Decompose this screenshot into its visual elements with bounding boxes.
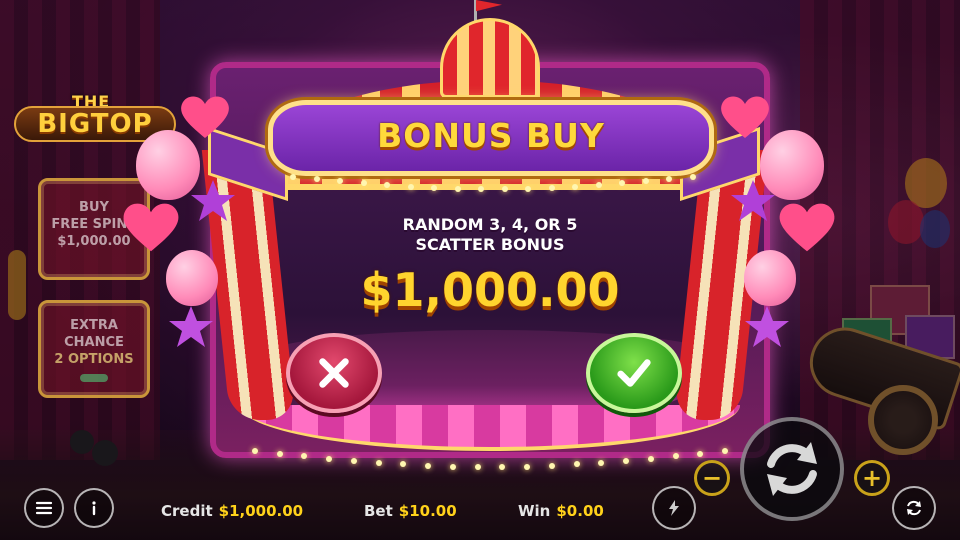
win-label: Win <box>518 502 551 520</box>
marquee-bulb <box>313 176 320 183</box>
tent-top <box>440 18 540 98</box>
increase-bet-button[interactable]: + <box>854 460 890 496</box>
info-button[interactable] <box>74 488 114 528</box>
marquee-bulb <box>572 183 579 190</box>
marquee-bulb <box>524 463 531 470</box>
heart-balloon <box>718 92 772 140</box>
extra-label: EXTRA <box>70 318 118 333</box>
bet-value: $10.00 <box>398 502 457 520</box>
extra-chance-button[interactable]: EXTRA CHANCE 2 OPTIONS <box>38 300 150 398</box>
autoplay-icon <box>907 500 921 516</box>
marquee-bulb <box>400 461 407 468</box>
decrease-bet-button[interactable]: − <box>694 460 730 496</box>
credit-display: Credit $1,000.00 <box>161 502 303 520</box>
marquee-bulb <box>474 463 481 470</box>
checkmark-icon <box>617 359 651 387</box>
pink-balloon <box>744 250 796 306</box>
marquee-bulb <box>548 462 555 469</box>
marquee-bulb <box>431 184 438 191</box>
heart-balloon <box>120 198 182 254</box>
credit-label: Credit <box>161 502 213 520</box>
menu-icon <box>35 501 53 515</box>
marquee-bulb <box>623 457 630 464</box>
heart-balloon <box>776 198 838 254</box>
pink-balloon <box>166 250 218 306</box>
marquee-bulb <box>548 184 555 191</box>
marquee-bulb <box>499 463 506 470</box>
marquee-bulb <box>598 459 605 466</box>
autoplay-button[interactable] <box>892 486 936 530</box>
marquee-bulb <box>375 459 382 466</box>
confirm-button[interactable] <box>586 333 682 413</box>
marquee-bulb <box>252 448 258 454</box>
star-balloon <box>744 304 790 350</box>
marquee-bulb <box>672 453 679 460</box>
marquee-bulb <box>360 180 367 187</box>
marquee-bulb <box>595 182 602 189</box>
spin-button[interactable] <box>740 417 844 521</box>
marquee-bulb <box>525 185 532 192</box>
marquee-bulb <box>290 174 296 180</box>
marquee-bulb <box>449 463 456 470</box>
marquee-bulb <box>326 455 333 462</box>
info-icon <box>92 501 96 516</box>
bet-display: Bet $10.00 <box>364 502 457 520</box>
options-label: 2 OPTIONS <box>54 352 134 367</box>
chance-label: CHANCE <box>64 335 124 350</box>
tent-flag <box>476 0 502 12</box>
plus-icon: + <box>861 464 883 492</box>
marquee-bulb <box>454 185 461 192</box>
star-balloon <box>730 178 776 224</box>
marquee-bulb <box>501 185 508 192</box>
credit-value: $1,000.00 <box>218 502 304 520</box>
dialog-title: BONUS BUY <box>377 116 605 155</box>
spin-icon <box>767 442 817 496</box>
menu-button[interactable] <box>24 488 64 528</box>
offer-description-line2: SCATTER BONUS <box>415 235 565 254</box>
turbo-button[interactable] <box>652 486 696 530</box>
win-display: Win $0.00 <box>518 502 604 520</box>
marquee-bulb <box>276 450 283 457</box>
close-icon <box>319 358 349 388</box>
win-value: $0.00 <box>556 502 604 520</box>
marquee-bulb <box>301 453 308 460</box>
marquee-bulb <box>722 448 728 454</box>
heart-balloon <box>178 92 232 140</box>
cancel-button[interactable] <box>286 333 382 413</box>
marquee-bulb <box>647 455 654 462</box>
marquee-bulb <box>697 450 704 457</box>
extra-chance-toggle[interactable] <box>80 374 108 382</box>
star-balloon <box>168 304 214 350</box>
marquee-bulb <box>407 183 414 190</box>
marquee-bulb <box>690 174 696 180</box>
bet-label: Bet <box>364 502 393 520</box>
marquee-bulb <box>350 457 357 464</box>
marquee-bulb <box>573 461 580 468</box>
bonus-price: $1,000.00 <box>360 263 620 317</box>
star-balloon <box>190 178 236 224</box>
bonus-buy-dialog: BONUS BUY RANDOM 3, 4, OR 5 SCATTER BONU… <box>123 0 835 470</box>
offer-description-line1: RANDOM 3, 4, OR 5 <box>402 215 578 234</box>
lightning-icon <box>669 500 679 516</box>
minus-icon: − <box>701 464 723 492</box>
marquee-bulb <box>425 462 432 469</box>
